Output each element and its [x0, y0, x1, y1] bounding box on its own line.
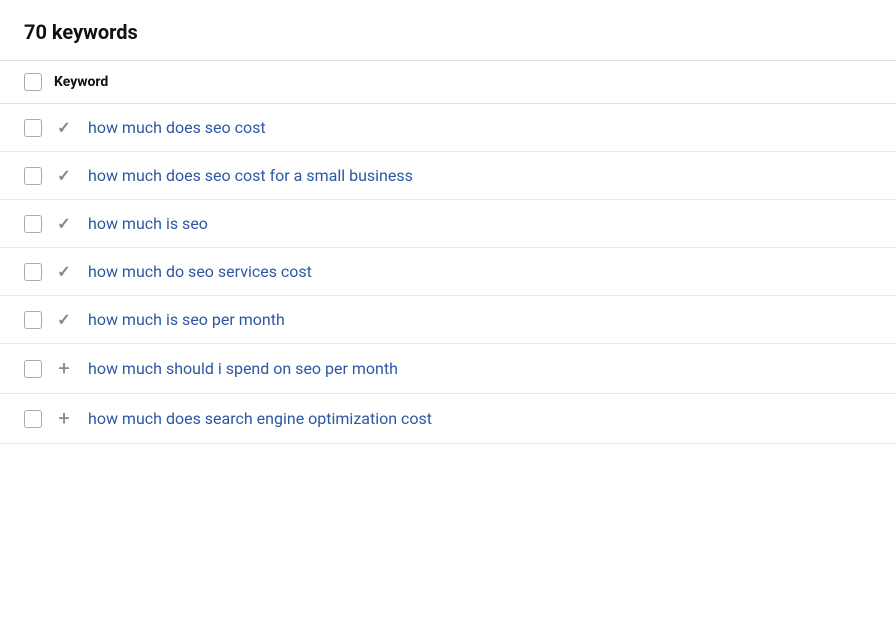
keyword-link[interactable]: how much should i spend on seo per month: [88, 359, 398, 378]
table-header-row: Keyword: [0, 61, 896, 104]
row-checkbox[interactable]: [24, 215, 42, 233]
check-icon: ✓: [50, 118, 78, 137]
keyword-link[interactable]: how much is seo per month: [88, 310, 285, 329]
table-row: ✓ how much is seo: [0, 200, 896, 248]
table-row: + how much does search engine optimizatio…: [0, 394, 896, 444]
row-checkbox[interactable]: [24, 167, 42, 185]
keyword-link[interactable]: how much do seo services cost: [88, 262, 312, 281]
keyword-link[interactable]: how much does search engine optimization…: [88, 409, 432, 428]
row-checkbox[interactable]: [24, 311, 42, 329]
table-row: + how much should i spend on seo per mont…: [0, 344, 896, 394]
plus-icon: +: [50, 408, 78, 429]
row-checkbox[interactable]: [24, 360, 42, 378]
check-icon: ✓: [50, 262, 78, 281]
table-row: ✓ how much does seo cost for a small busi…: [0, 152, 896, 200]
check-icon: ✓: [50, 214, 78, 233]
keyword-link[interactable]: how much does seo cost for a small busin…: [88, 166, 413, 185]
table-row: ✓ how much do seo services cost: [0, 248, 896, 296]
check-icon: ✓: [50, 166, 78, 185]
keywords-list: ✓ how much does seo cost ✓ how much does se…: [0, 104, 896, 444]
keyword-column-header: Keyword: [54, 74, 108, 90]
table-row: ✓ how much is seo per month: [0, 296, 896, 344]
keywords-count-title: 70 keywords: [24, 20, 138, 44]
keyword-link[interactable]: how much is seo: [88, 214, 208, 233]
keyword-link[interactable]: how much does seo cost: [88, 118, 266, 137]
plus-icon: +: [50, 358, 78, 379]
select-all-checkbox[interactable]: [24, 73, 42, 91]
row-checkbox[interactable]: [24, 410, 42, 428]
row-checkbox[interactable]: [24, 263, 42, 281]
page-header: 70 keywords: [0, 0, 896, 61]
table-row: ✓ how much does seo cost: [0, 104, 896, 152]
check-icon: ✓: [50, 310, 78, 329]
row-checkbox[interactable]: [24, 119, 42, 137]
